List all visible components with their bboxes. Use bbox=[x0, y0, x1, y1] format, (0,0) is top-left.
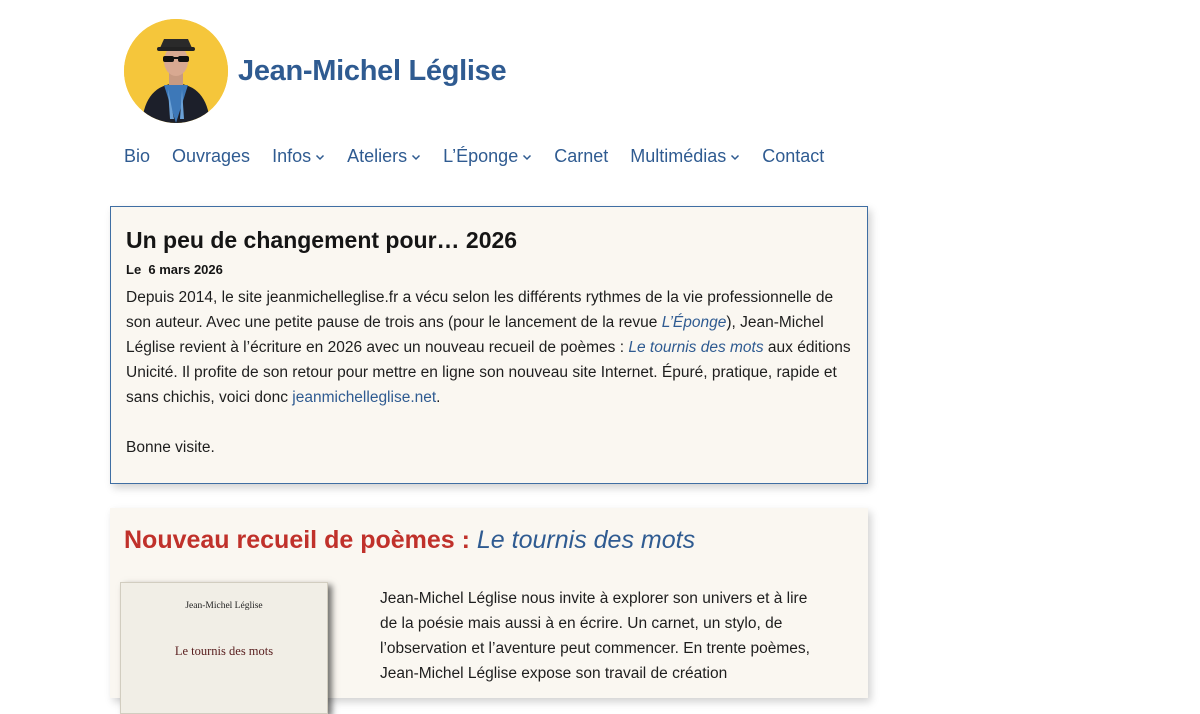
nav-item-label: Ouvrages bbox=[172, 146, 251, 166]
nav-item-label: L’Éponge bbox=[443, 146, 519, 166]
chevron-down-icon bbox=[731, 154, 740, 160]
main-nav: Bio Ouvrages Infos Ateliers L’Éponge Car… bbox=[124, 146, 846, 167]
nav-item-label: Multimédias bbox=[630, 146, 727, 166]
promo-description: Jean-Michel Léglise nous invite à explor… bbox=[380, 586, 820, 686]
new-book-card: Nouveau recueil de poèmes : Le tournis d… bbox=[110, 508, 868, 714]
nav-item-infos[interactable]: Infos bbox=[272, 146, 325, 167]
nav-item-label: Ateliers bbox=[347, 146, 408, 166]
nav-item-bio[interactable]: Bio bbox=[124, 146, 150, 167]
nav-item-ateliers[interactable]: Ateliers bbox=[347, 146, 421, 167]
nav-item-multimedias[interactable]: Multimédias bbox=[630, 146, 740, 167]
nav-item-eponge[interactable]: L’Éponge bbox=[443, 146, 532, 167]
promo-title-prefix: Nouveau recueil de poèmes : bbox=[124, 526, 470, 554]
chevron-down-icon bbox=[412, 154, 421, 160]
book-cover[interactable]: Jean-Michel Léglise Le tournis des mots bbox=[120, 582, 328, 714]
book-cover-title: Le tournis des mots bbox=[174, 644, 274, 658]
nav-item-ouvrages[interactable]: Ouvrages bbox=[172, 146, 250, 167]
nav-item-carnet[interactable]: Carnet bbox=[554, 146, 608, 167]
post-date-prefix: Le bbox=[126, 262, 142, 277]
post-closing: Bonne visite. bbox=[126, 439, 215, 456]
promo-paragraph: Jean-Michel Léglise nous invite à explor… bbox=[380, 590, 810, 682]
post-paragraph: Depuis 2014, le site jeanmichelleglise.f… bbox=[126, 285, 861, 410]
news-post-card: Un peu de changement pour… 2026 Le 6 mar… bbox=[110, 206, 868, 484]
nav-item-contact[interactable]: Contact bbox=[762, 146, 824, 167]
promo-title-book: Le tournis des mots bbox=[476, 526, 696, 554]
post-text: . bbox=[436, 389, 441, 406]
site-header: Jean-Michel Léglise bbox=[124, 19, 507, 123]
post-date-value: 6 mars 2026 bbox=[148, 262, 223, 277]
book-cover-author: Jean-Michel Léglise bbox=[185, 601, 263, 611]
tournis-link[interactable]: Le tournis des mots bbox=[628, 339, 763, 356]
avatar[interactable] bbox=[124, 19, 228, 123]
post-date: Le 6 mars 2026 bbox=[126, 262, 223, 277]
site-title[interactable]: Jean-Michel Léglise bbox=[238, 55, 507, 88]
eponge-link[interactable]: L’Éponge bbox=[662, 314, 727, 331]
author-portrait-icon bbox=[124, 19, 228, 123]
chevron-down-icon bbox=[316, 154, 325, 160]
post-body: Depuis 2014, le site jeanmichelleglise.f… bbox=[126, 285, 861, 460]
nav-item-label: Bio bbox=[124, 146, 151, 166]
nav-item-label: Contact bbox=[762, 146, 825, 166]
new-site-link[interactable]: jeanmichelleglise.net bbox=[292, 389, 436, 406]
chevron-down-icon bbox=[523, 154, 532, 160]
nav-item-label: Infos bbox=[272, 146, 312, 166]
nav-item-label: Carnet bbox=[554, 146, 609, 166]
post-title: Un peu de changement pour… 2026 bbox=[126, 227, 518, 253]
promo-title: Nouveau recueil de poèmes : Le tournis d… bbox=[124, 526, 695, 555]
